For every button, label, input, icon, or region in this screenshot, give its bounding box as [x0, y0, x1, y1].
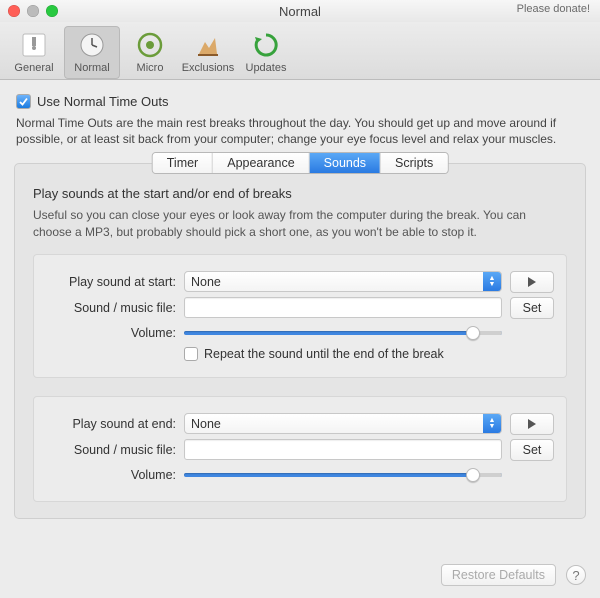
tab-panel: Timer Appearance Sounds Scripts Play sou…: [14, 163, 586, 518]
toolbar-item-exclusions[interactable]: Exclusions: [180, 26, 236, 79]
toolbar-label: Updates: [238, 62, 294, 74]
sound-start-group: Play sound at start: None ▲▼ Sound / mus…: [33, 254, 567, 378]
close-window-button[interactable]: [8, 5, 20, 17]
start-file-field[interactable]: [184, 297, 502, 318]
titlebar: Normal Please donate!: [0, 0, 600, 22]
tab-sounds[interactable]: Sounds: [310, 153, 381, 173]
donate-link[interactable]: Please donate!: [517, 3, 590, 15]
sound-end-group: Play sound at end: None ▲▼ Sound / music…: [33, 396, 567, 502]
play-end-value: None: [191, 417, 221, 431]
content-area: Use Normal Time Outs Normal Time Outs ar…: [0, 80, 600, 519]
play-start-label: Play sound at start:: [46, 275, 176, 289]
zoom-window-button[interactable]: [46, 5, 58, 17]
up-down-arrows-icon: ▲▼: [483, 414, 501, 433]
tab-bar: Timer Appearance Sounds Scripts: [152, 152, 449, 174]
play-start-select[interactable]: None ▲▼: [184, 271, 502, 292]
toolbar-label: Normal: [64, 62, 120, 74]
toolbar-label: Exclusions: [180, 62, 236, 74]
play-icon: [528, 277, 536, 287]
exclusions-icon: [193, 30, 223, 60]
sounds-subtext: Useful so you can close your eyes or loo…: [33, 207, 567, 239]
toolbar-item-normal[interactable]: Normal: [64, 26, 120, 79]
play-end-preview-button[interactable]: [510, 413, 554, 435]
tab-appearance[interactable]: Appearance: [213, 153, 309, 173]
minimize-window-button[interactable]: [27, 5, 39, 17]
repeat-sound-label: Repeat the sound until the end of the br…: [204, 347, 444, 361]
toolbar-item-updates[interactable]: Updates: [238, 26, 294, 79]
toolbar-item-general[interactable]: General: [6, 26, 62, 79]
window-controls: [8, 5, 58, 17]
footer: Restore Defaults ?: [441, 564, 586, 586]
help-button[interactable]: ?: [566, 565, 586, 585]
end-volume-label: Volume:: [46, 468, 176, 482]
play-end-label: Play sound at end:: [46, 417, 176, 431]
use-normal-row: Use Normal Time Outs: [16, 94, 586, 109]
slider-thumb-icon: [466, 468, 480, 482]
updates-icon: [251, 30, 281, 60]
play-start-preview-button[interactable]: [510, 271, 554, 293]
up-down-arrows-icon: ▲▼: [483, 272, 501, 291]
toolbar-label: General: [6, 62, 62, 74]
slider-thumb-icon: [466, 326, 480, 340]
switch-icon: [19, 30, 49, 60]
end-file-label: Sound / music file:: [46, 443, 176, 457]
play-icon: [528, 419, 536, 429]
normal-description: Normal Time Outs are the main rest break…: [16, 115, 584, 147]
play-end-select[interactable]: None ▲▼: [184, 413, 502, 434]
start-volume-slider[interactable]: [184, 323, 502, 343]
start-file-label: Sound / music file:: [46, 301, 176, 315]
tab-scripts[interactable]: Scripts: [381, 153, 447, 173]
toolbar-label: Micro: [122, 62, 178, 74]
window-title: Normal: [0, 4, 600, 19]
start-volume-label: Volume:: [46, 326, 176, 340]
micro-icon: [135, 30, 165, 60]
repeat-sound-checkbox[interactable]: [184, 347, 198, 361]
end-volume-slider[interactable]: [184, 465, 502, 485]
toolbar-item-micro[interactable]: Micro: [122, 26, 178, 79]
use-normal-checkbox[interactable]: [16, 94, 31, 109]
restore-defaults-button[interactable]: Restore Defaults: [441, 564, 556, 586]
tab-timer[interactable]: Timer: [153, 153, 213, 173]
sounds-heading: Play sounds at the start and/or end of b…: [33, 186, 567, 201]
preferences-toolbar: General Normal Micro Exclusions Updates: [0, 22, 600, 80]
clock-icon: [77, 30, 107, 60]
use-normal-label: Use Normal Time Outs: [37, 94, 168, 109]
play-start-value: None: [191, 275, 221, 289]
end-set-button[interactable]: Set: [510, 439, 554, 461]
sounds-pane: Play sounds at the start and/or end of b…: [15, 164, 585, 501]
end-file-field[interactable]: [184, 439, 502, 460]
start-set-button[interactable]: Set: [510, 297, 554, 319]
